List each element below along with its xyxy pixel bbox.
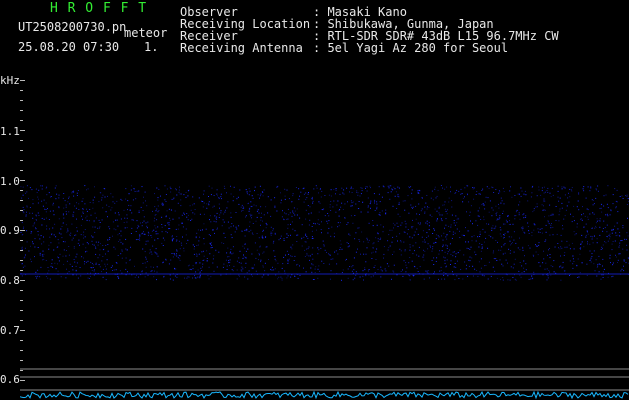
y-tick-label: 0.7 <box>0 324 20 337</box>
filename-label: UT2508200730.pn <box>18 20 127 34</box>
y-tick-label: 0.9 <box>0 224 20 237</box>
mode-label: meteor <box>124 26 168 40</box>
app-logo: H R O F F T <box>50 1 148 16</box>
plot-background <box>20 80 629 400</box>
index-label: 1. <box>144 40 159 54</box>
antenna-value: : 5el Yagi Az 280 for Seoul <box>313 41 509 55</box>
spectrogram-plot <box>20 80 629 400</box>
antenna-label: Receiving Antenna <box>180 41 303 55</box>
y-tick-label: 1.1 <box>0 125 20 138</box>
frequency-unit-label: kHz <box>0 74 20 87</box>
y-tick-label: 0.6 <box>0 373 20 386</box>
y-tick-label: 1.0 <box>0 175 20 188</box>
datetime-label: 25.08.20 07:30 <box>18 40 120 54</box>
y-tick-label: 0.8 <box>0 274 20 287</box>
